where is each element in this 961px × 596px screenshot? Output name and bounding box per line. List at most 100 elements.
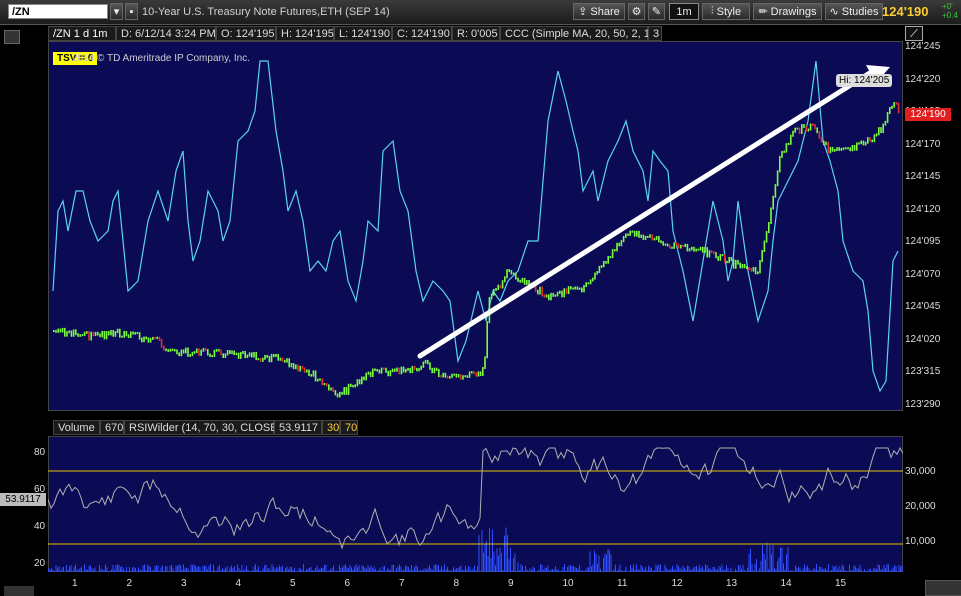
rsi-label: RSIWilder (14, 70, 30, CLOSE) (124, 420, 281, 435)
volume-bar (412, 569, 414, 572)
volume-bar (444, 564, 445, 572)
price-bar (653, 237, 656, 241)
chart-expand-icon[interactable]: ⟋ (905, 26, 923, 41)
price-bar (858, 142, 860, 145)
volume-bar (618, 569, 619, 572)
volume-bar (457, 568, 459, 572)
price-bar (838, 147, 840, 151)
price-bar (779, 155, 781, 173)
price-bar (746, 266, 748, 269)
price-bar (405, 368, 407, 373)
volume-bar (306, 569, 307, 572)
volume-bar (795, 565, 796, 572)
volume-bar (615, 564, 616, 572)
volume-bar (318, 569, 319, 572)
price-bar (860, 140, 862, 145)
price-bar (158, 336, 161, 341)
price-bar (708, 250, 711, 258)
volume-bar (255, 564, 256, 572)
price-bar (376, 368, 378, 372)
price-bar (735, 259, 737, 269)
price-bar (369, 371, 372, 378)
volume-bar (513, 557, 514, 572)
price-bar (611, 249, 614, 259)
volume-bar (222, 568, 223, 572)
volume-bar (727, 567, 729, 572)
price-bar (438, 368, 440, 378)
price-bar (81, 333, 84, 337)
volume-bar (847, 571, 849, 572)
volume-bar (555, 566, 556, 572)
share-button[interactable]: ⇪ Share (573, 3, 625, 20)
volume-bar (396, 568, 397, 572)
volume-bar (373, 566, 375, 572)
volume-bar (822, 568, 823, 572)
interval-button[interactable]: 1m (669, 3, 699, 20)
price-bar (378, 369, 381, 374)
price-bar (719, 254, 722, 261)
volume-bar (459, 566, 460, 572)
price-bar (416, 367, 418, 372)
link-icon[interactable]: ▪ (125, 3, 138, 20)
price-bar (77, 333, 79, 337)
volume-bar (363, 565, 364, 572)
price-bar (94, 331, 97, 337)
volume-bar (507, 534, 508, 572)
volume-bar (861, 569, 862, 572)
symbol-dropdown-icon[interactable]: ▾ (110, 3, 123, 20)
price-bar (178, 352, 180, 357)
studies-button[interactable]: ∿ Studies (825, 3, 883, 20)
studies-icon: ∿ (829, 6, 839, 18)
volume-bar (721, 564, 723, 572)
volume-bar (294, 567, 295, 572)
volume-bar (756, 558, 757, 572)
zoom-controls[interactable] (4, 586, 34, 596)
scroll-controls[interactable] (925, 580, 961, 596)
gear-icon[interactable]: ⚙ (628, 3, 645, 20)
panel-menu-icon[interactable] (4, 30, 20, 44)
volume-bar (468, 566, 469, 572)
volume-bar (606, 554, 607, 572)
price-bar (596, 271, 598, 275)
price-bar (559, 290, 561, 294)
volume-bar (655, 564, 657, 572)
symbol-input[interactable] (8, 4, 108, 19)
volume-bar (576, 567, 577, 572)
volume-bar (313, 570, 315, 572)
volume-bar (777, 561, 778, 572)
price-bar (383, 367, 385, 370)
volume-bar (712, 567, 714, 572)
price-bar (336, 393, 339, 398)
volume-bar (532, 566, 534, 572)
volume-bar (66, 564, 67, 572)
price-bar (409, 367, 411, 374)
price-bar (70, 330, 73, 337)
price-bar (556, 291, 559, 297)
volume-bar (748, 553, 750, 572)
volume-bar (328, 570, 330, 572)
volume-bar (262, 568, 264, 572)
volume-bar (877, 564, 879, 572)
volume-bar (162, 565, 163, 572)
price-bar (277, 353, 279, 361)
style-button[interactable]: ⫶ Style (702, 3, 750, 20)
drawings-button[interactable]: ✏ Drawings (753, 3, 822, 20)
volume-bar (609, 549, 610, 572)
price-bar (189, 354, 191, 357)
volume-bar (852, 570, 853, 572)
price-bar (814, 124, 816, 130)
volume-bar (286, 566, 288, 572)
price-bar (275, 353, 277, 358)
price-bar (361, 376, 363, 385)
volume-bar (696, 565, 697, 572)
price-bar (759, 260, 761, 274)
x-tick: 4 (235, 578, 242, 589)
volume-bar (411, 565, 412, 572)
volume-bar (57, 567, 58, 572)
price-bar (715, 252, 717, 259)
volume-bar (390, 570, 391, 572)
wrench-icon[interactable]: ✎ (648, 3, 665, 20)
price-bar (550, 292, 552, 301)
volume-bar (229, 567, 231, 572)
price-tick: 124'120 (905, 203, 941, 215)
